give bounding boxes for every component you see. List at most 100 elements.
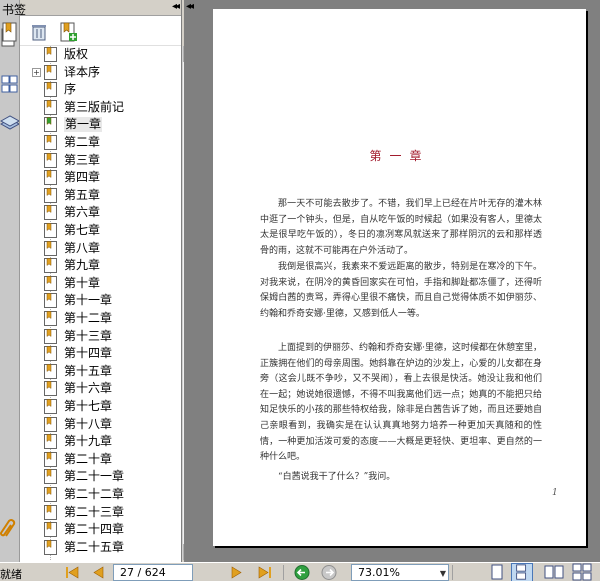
page-number-input[interactable]: 27 / 624 xyxy=(113,564,193,581)
page-number: 1 xyxy=(552,488,558,498)
bookmark-label: 第十二章 xyxy=(64,311,113,325)
bookmark-item[interactable]: 第五章 xyxy=(20,187,165,205)
continuous-facing-view-icon[interactable] xyxy=(571,563,593,581)
bookmark-icon xyxy=(44,99,58,115)
bookmark-icon xyxy=(44,311,58,326)
bookmark-item[interactable]: 第十三章 xyxy=(20,328,165,346)
bookmark-icon xyxy=(44,504,58,520)
status-text: 就绪 xyxy=(0,568,22,581)
bookmark-item[interactable]: 第十八章 xyxy=(20,416,165,434)
go-back-icon[interactable] xyxy=(293,564,311,581)
bookmark-icon xyxy=(44,82,58,98)
next-page-button[interactable] xyxy=(227,564,245,581)
bookmark-item[interactable]: 第一章 xyxy=(20,116,165,134)
bookmark-item[interactable]: 第十九章 xyxy=(20,433,165,451)
bookmark-icon xyxy=(44,205,58,221)
bookmark-label: 第二十一章 xyxy=(64,469,125,484)
bookmark-item[interactable]: 第二十三章 xyxy=(20,504,165,522)
bookmark-label: 第十八章 xyxy=(64,416,113,431)
new-bookmark-icon[interactable] xyxy=(60,22,78,42)
zoom-select[interactable]: 73.01% ▼ xyxy=(351,564,449,581)
bookmark-item[interactable]: 第三章 xyxy=(20,152,165,170)
bookmark-icon xyxy=(44,170,58,186)
attachments-panel-icon[interactable] xyxy=(0,516,19,540)
bookmark-icon xyxy=(44,451,58,467)
last-page-button[interactable] xyxy=(256,564,274,581)
bookmark-item[interactable]: 第十二章 xyxy=(20,310,165,328)
bookmark-item[interactable]: 第六章 xyxy=(20,204,165,222)
bookmark-item[interactable]: 版权 xyxy=(20,46,165,64)
bookmark-icon xyxy=(44,152,58,168)
side-tool-strip xyxy=(0,0,21,562)
bookmark-item[interactable]: 第二十四章 xyxy=(20,521,165,539)
bookmark-item[interactable]: 第二十一章 xyxy=(20,468,165,486)
bookmark-item[interactable]: 第三版前记 xyxy=(20,99,165,117)
bookmark-label: 译本序 xyxy=(64,64,101,79)
bookmark-item[interactable]: 第八章 xyxy=(20,240,165,258)
bookmark-item[interactable]: 第十四章 xyxy=(20,345,165,363)
thumbnails-panel-icon[interactable] xyxy=(0,72,19,96)
bookmark-icon xyxy=(44,487,58,502)
bookmark-label: 序 xyxy=(64,82,77,97)
bookmark-item[interactable]: 第十六章 xyxy=(20,380,165,398)
bookmark-item[interactable]: 第二十章 xyxy=(20,451,165,469)
bookmark-item[interactable]: 序 xyxy=(20,81,165,99)
bookmark-label: 第十四章 xyxy=(64,346,113,361)
bookmark-icon xyxy=(44,240,58,256)
bookmark-item[interactable]: 第四章 xyxy=(20,169,165,187)
bookmark-label: 第二十四章 xyxy=(64,522,125,537)
bookmark-item[interactable]: 第二章 xyxy=(20,134,165,152)
bookmark-label: 第十九章 xyxy=(64,434,113,449)
bookmark-label: 第三章 xyxy=(64,152,101,167)
paragraph: 上面提到的伊丽莎、约翰和乔奇安娜·里德，这时候都在休憩室里，正簇拥在他们的母亲周… xyxy=(260,343,542,463)
bookmark-item[interactable]: + 译本序 xyxy=(20,64,165,82)
single-page-view-icon[interactable] xyxy=(486,563,508,581)
bookmark-panel: 书签 ◂◂ 版权 + 译本序序第三版前记 第一章 第二章 第三章 第四章 第五章 第六章 第七章第… xyxy=(2,0,199,562)
bookmark-options-icon[interactable] xyxy=(2,22,20,42)
previous-page-button[interactable] xyxy=(90,564,108,581)
bookmark-label: 第八章 xyxy=(64,240,101,255)
status-bar: 就绪 27 / 624 73.01% ▼ xyxy=(0,562,600,581)
collapse-panel-button[interactable]: ◂◂ xyxy=(172,1,180,12)
bookmark-icon xyxy=(44,539,58,555)
bookmark-item[interactable]: 第十一章 xyxy=(20,292,165,310)
collapse-document-button[interactable]: ◂◂ xyxy=(186,1,194,12)
bookmark-label: 第二十五章 xyxy=(64,539,125,554)
bookmark-icon xyxy=(44,346,58,362)
bookmark-item[interactable]: 第十七章 xyxy=(20,398,165,416)
bookmark-toolbar xyxy=(2,16,181,46)
bookmark-item[interactable]: 第七章 xyxy=(20,222,165,240)
bookmark-label: 第二章 xyxy=(64,135,101,149)
delete-bookmark-icon[interactable] xyxy=(30,22,48,42)
document-view[interactable]: ◂◂ 第一章 那一天不可能去散步了。不错，我们早上已经在片叶无存的灌木林中逛了一… xyxy=(184,0,600,562)
bookmark-label: 第三版前记 xyxy=(64,99,125,114)
bookmark-item[interactable]: 第十章 xyxy=(20,275,165,293)
layers-panel-icon[interactable] xyxy=(0,112,21,136)
separator xyxy=(452,565,453,580)
bookmark-icon xyxy=(44,47,58,62)
paragraph: “白茜说我干了什么？”我问。 xyxy=(278,472,396,482)
bookmark-icon xyxy=(44,522,58,538)
first-page-button[interactable] xyxy=(63,564,81,581)
bookmark-label: 第九章 xyxy=(64,258,101,273)
bookmark-label: 第七章 xyxy=(64,223,101,237)
bookmark-label: 第四章 xyxy=(64,170,101,185)
bookmark-icon xyxy=(44,258,58,274)
bookmark-item[interactable]: 第九章 xyxy=(20,257,165,275)
bookmark-item[interactable]: 第十五章 xyxy=(20,363,165,381)
bookmark-tree: 版权 + 译本序序第三版前记第一章 第二章第三章第四章第五章 第六章 第七章第八章第九章第… xyxy=(20,46,165,560)
chapter-title: 第一章 xyxy=(369,149,430,163)
bookmark-icon xyxy=(44,469,58,485)
go-forward-icon[interactable] xyxy=(320,564,338,581)
bookmark-icon xyxy=(44,117,58,133)
bookmark-icon xyxy=(44,135,58,150)
continuous-view-icon[interactable] xyxy=(511,563,533,581)
bookmark-label: 第十章 xyxy=(64,275,101,290)
bookmark-label: 第二十二章 xyxy=(64,487,125,501)
paragraph: 那一天不可能去散步了。不错，我们早上已经在片叶无存的灌木林中逛了一个钟头，但是，… xyxy=(260,199,542,256)
facing-view-icon[interactable] xyxy=(543,563,565,581)
bookmark-item[interactable]: 第二十二章 xyxy=(20,486,165,504)
expand-icon[interactable]: + xyxy=(32,67,41,77)
bookmark-item[interactable]: 第二十五章 xyxy=(20,539,165,557)
bookmark-label: 版权 xyxy=(64,47,89,61)
